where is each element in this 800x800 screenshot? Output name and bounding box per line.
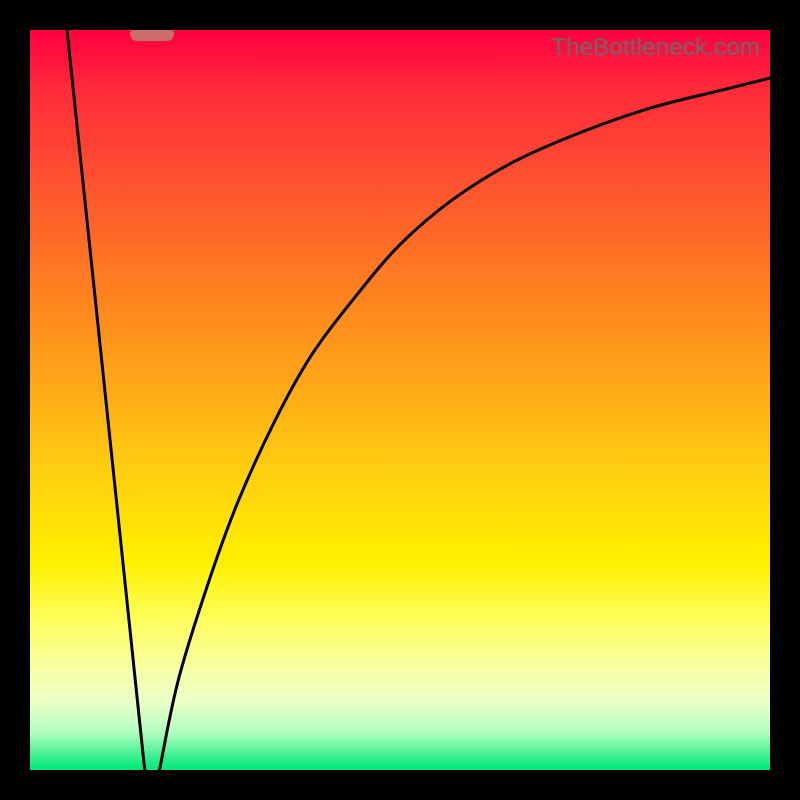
chart-frame: TheBottleneck.com bbox=[0, 0, 800, 800]
curve-layer bbox=[30, 30, 770, 770]
plot-area: TheBottleneck.com bbox=[30, 30, 770, 770]
curve-right-branch bbox=[160, 78, 771, 770]
optimum-marker bbox=[130, 30, 174, 41]
curve-left-branch bbox=[67, 30, 145, 770]
